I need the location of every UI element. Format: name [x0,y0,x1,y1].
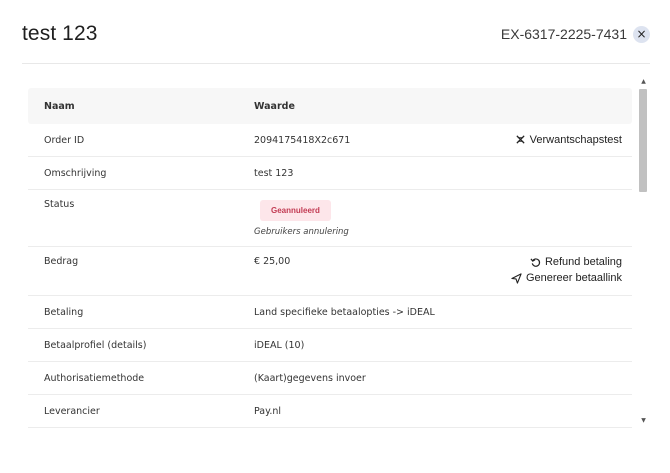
scroll-down-icon[interactable]: ▼ [640,417,647,424]
header-divider [22,63,650,64]
authorisatie-value: (Kaart)gegevens invoer [254,372,366,384]
table-row: Authorisatiemethode (Kaart)gegevens invo… [28,362,632,395]
table-header-row: Naam Waarde [28,88,632,124]
betaalprofiel-value: iDEAL (10) [254,339,305,351]
verwantschapstest-link[interactable]: Verwantschapstest [515,132,622,148]
status-reason: Gebruikers annulering [254,227,349,237]
scrollbar-thumb[interactable] [639,89,647,192]
header-right: EX-6317-2225-7431 × [500,25,650,43]
status-badge: Geannuleerd [260,200,331,221]
close-icon[interactable]: × [633,25,650,43]
header-waarde: Waarde [254,100,295,112]
scrollbar[interactable]: ▲ ▼ [639,78,648,424]
header-naam: Naam [44,100,75,112]
row-label: Bedrag [44,256,79,267]
table-row: Omschrijving test 123 [28,157,632,190]
row-label: Status [44,199,75,210]
table-row: Leverancier Pay.nl [28,395,632,428]
table-row: Order ID 2094175418X2c671 Verwantschapst… [28,124,632,157]
table-row: Betaling Land specifieke betaalopties ->… [28,296,632,329]
table-row: Bedrag € 25,00 Refund betaling Genereer … [28,247,632,296]
order-detail-modal: test 123 EX-6317-2225-7431 × Naam Waarde… [0,0,670,473]
order-reference: EX-6317-2225-7431 [500,26,627,42]
row-label: Omschrijving [44,167,107,179]
row-label: Authorisatiemethode [44,372,145,384]
generate-payment-link-button[interactable]: Genereer betaallink [511,270,622,286]
row-label: Leverancier [44,405,100,417]
table-row: Status Geannuleerd Gebruikers annulering [28,190,632,247]
modal-title: test 123 [22,22,98,45]
table-row: Betaalprofiel (details) iDEAL (10) [28,329,632,362]
omschrijving-value: test 123 [254,167,294,179]
order-id-value: 2094175418X2c671 [254,134,351,146]
row-label: Order ID [44,134,85,146]
modal-header: test 123 EX-6317-2225-7431 × [22,18,650,50]
scroll-up-icon[interactable]: ▲ [640,78,647,85]
bedrag-value: € 25,00 [254,256,291,267]
dna-icon [516,135,525,144]
send-icon [511,272,522,284]
leverancier-value: Pay.nl [254,405,282,417]
row-label: Betaalprofiel (details) [44,339,147,351]
details-table: Naam Waarde Order ID 2094175418X2c671 Ve… [28,88,632,428]
row-label: Betaling [44,306,84,318]
refund-button[interactable]: Refund betaling [511,254,622,270]
refresh-icon [530,257,541,267]
betaling-value: Land specifieke betaalopties -> iDEAL [254,306,435,318]
